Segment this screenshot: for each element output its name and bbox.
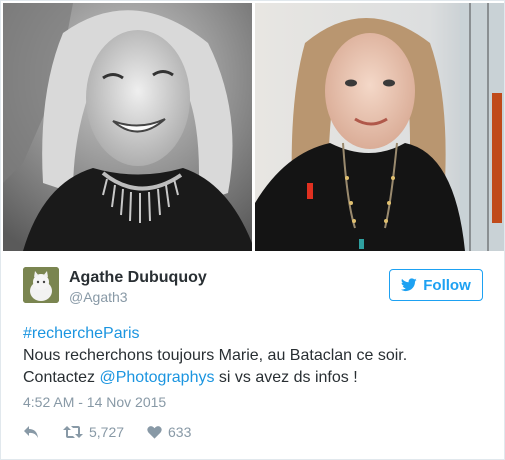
tweet-text: #rechercheParis Nous recherchons toujour… <box>23 323 483 389</box>
photo-color-portrait[interactable] <box>255 3 504 251</box>
tweet-actions: 5,727 633 <box>23 421 323 443</box>
like-count: 633 <box>168 424 192 440</box>
retweet-icon <box>63 426 83 438</box>
reply-button[interactable] <box>23 425 63 439</box>
tweet-text-line-2: Nous recherchons toujours Marie, au Bata… <box>23 347 408 364</box>
reply-icon <box>24 426 38 438</box>
photo-bw-image <box>3 3 252 251</box>
follow-button[interactable]: Follow <box>389 269 483 301</box>
follow-button-label: Follow <box>423 276 471 294</box>
retweet-button[interactable]: 5,727 <box>63 424 147 440</box>
author-display-name[interactable]: Agathe Dubuquoy <box>69 269 207 287</box>
author-handle[interactable]: @Agath3 <box>69 289 128 305</box>
tweet-timestamp[interactable]: 4:52 AM - 14 Nov 2015 <box>23 394 166 410</box>
like-button[interactable]: 633 <box>147 424 191 440</box>
tweet-text-line-3: Contactez @Photographys si vs avez ds in… <box>23 367 483 389</box>
tweet-text-line-1: #rechercheParis <box>23 323 483 345</box>
bird-icon <box>401 278 417 292</box>
mention-link[interactable]: @Photographys <box>99 369 214 386</box>
tweet-card: Agathe Dubuquoy @Agath3 Follow #recherch… <box>0 0 505 460</box>
tweet-text-suffix: si vs avez ds infos ! <box>214 369 358 386</box>
retweet-count: 5,727 <box>89 424 125 440</box>
photo-color-image <box>255 3 504 251</box>
heart-icon <box>147 426 162 439</box>
photo-strip <box>3 3 504 251</box>
photo-black-white-portrait[interactable] <box>3 3 252 251</box>
cat-avatar-icon <box>23 267 59 303</box>
tweet-header: Agathe Dubuquoy @Agath3 Follow <box>23 267 483 307</box>
tweet-text-prefix: Contactez <box>23 369 100 386</box>
author-avatar[interactable] <box>23 267 59 303</box>
hashtag-link[interactable]: #rechercheParis <box>23 325 140 342</box>
